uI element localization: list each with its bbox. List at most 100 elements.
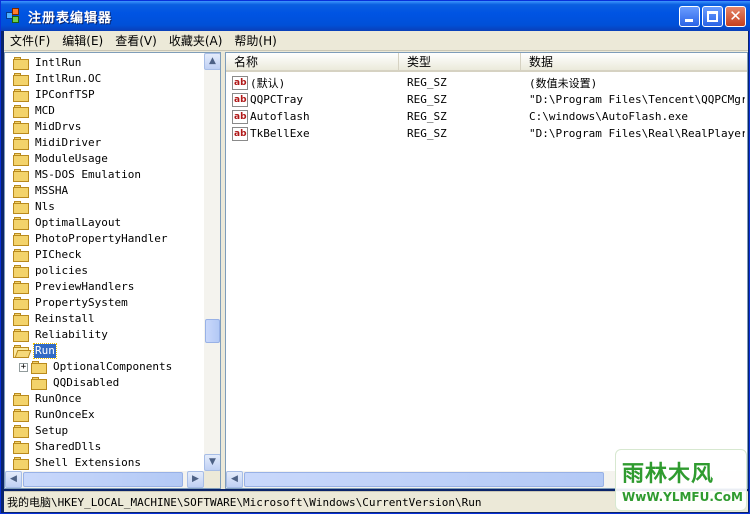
value-row[interactable]: ab Autoflash REG_SZ C:\windows\AutoFlash.ex…: [226, 108, 747, 125]
tree-item-label: OptimalLayout: [35, 216, 122, 229]
minimize-button[interactable]: [679, 6, 700, 27]
folder-icon: [13, 56, 30, 70]
tree-item[interactable]: Reinstall: [13, 311, 96, 327]
list-scroll-left-button[interactable]: ◀: [226, 471, 243, 488]
watermark-logo: 雨林木风 WwW.YLMFU.CoM: [615, 449, 747, 511]
folder-icon: [13, 248, 30, 262]
tree-item[interactable]: + OptionalComponents: [19, 359, 173, 375]
tree-item-label: IntlRun: [35, 56, 82, 69]
menu-file[interactable]: 文件(F): [4, 32, 56, 50]
tree-item[interactable]: Shell Extensions: [13, 455, 142, 471]
folder-icon: [13, 456, 30, 470]
menu-help[interactable]: 帮助(H): [228, 32, 282, 50]
folder-icon: [13, 280, 30, 294]
tree-item[interactable]: IPConfTSP: [13, 87, 96, 103]
scroll-up-button[interactable]: ▲: [204, 53, 220, 70]
tree-item-label: RunOnce: [35, 392, 82, 405]
value-data: C:\windows\AutoFlash.exe: [529, 110, 688, 123]
tree-item[interactable]: Nls: [13, 199, 56, 215]
folder-icon: [13, 296, 30, 310]
tree-item[interactable]: ModuleUsage: [13, 151, 109, 167]
tree-item-label: MS-DOS Emulation: [35, 168, 141, 181]
folder-icon: [13, 264, 30, 278]
regedit-icon: [6, 8, 22, 24]
folder-icon: [31, 376, 48, 390]
value-row[interactable]: ab QQPCTray REG_SZ "D:\Program Files\Tencen…: [226, 91, 747, 108]
tree-item-label: IntlRun.OC: [35, 72, 102, 85]
value-name: TkBellExe: [250, 127, 310, 140]
tree-item[interactable]: PropertySystem: [13, 295, 129, 311]
tree-vscroll-thumb[interactable]: [205, 319, 220, 343]
tree-item-label: Shell Extensions: [35, 456, 141, 469]
value-type: REG_SZ: [407, 127, 447, 140]
watermark-title: 雨林木风: [622, 462, 715, 487]
folder-icon: [13, 168, 30, 182]
value-data: "D:\Program Files\Real\RealPlayer\upc: [529, 127, 745, 140]
close-button[interactable]: ✕: [725, 6, 746, 27]
tree-item[interactable]: Run: [13, 343, 57, 359]
maximize-button[interactable]: [702, 6, 723, 27]
tree-item[interactable]: QQDisabled: [19, 375, 120, 391]
tree-hscroll-thumb[interactable]: [23, 472, 183, 487]
tree-item[interactable]: SharedDlls: [13, 439, 102, 455]
tree-horizontal-scrollbar[interactable]: ◀ ▶: [5, 471, 204, 488]
close-icon: ✕: [729, 7, 742, 25]
tree-item[interactable]: PhotoPropertyHandler: [13, 231, 168, 247]
folder-icon: [13, 152, 30, 166]
folder-icon: [13, 104, 30, 118]
folder-icon: [13, 120, 30, 134]
string-value-icon: ab: [232, 92, 248, 107]
folder-icon: [13, 72, 30, 86]
column-data-header[interactable]: 数据: [521, 53, 747, 71]
tree-item[interactable]: RunOnce: [13, 391, 82, 407]
tree-item[interactable]: MS-DOS Emulation: [13, 167, 142, 183]
tree-vertical-scrollbar[interactable]: ▲ ▼: [204, 53, 220, 471]
minimize-icon: [685, 19, 693, 22]
tree-item[interactable]: policies: [13, 263, 89, 279]
window-controls: ✕: [679, 6, 746, 27]
value-row[interactable]: ab TkBellExe REG_SZ "D:\Program Files\Real\…: [226, 125, 747, 142]
folder-icon: [13, 216, 30, 230]
tree-item[interactable]: Reliability: [13, 327, 109, 343]
tree-item-label: MidDrvs: [35, 120, 82, 133]
tree-item[interactable]: Setup: [13, 423, 69, 439]
tree-scroll-left-button[interactable]: ◀: [5, 471, 22, 488]
tree-item-label: SharedDlls: [35, 440, 102, 453]
tree-item-label: ModuleUsage: [35, 152, 108, 165]
tree-item[interactable]: PreviewHandlers: [13, 279, 135, 295]
folder-icon: [31, 360, 48, 374]
tree-item[interactable]: IntlRun.OC: [13, 71, 102, 87]
list-hscroll-thumb[interactable]: [244, 472, 604, 487]
value-name: (默认): [250, 76, 286, 90]
string-value-icon-text: ab: [234, 128, 247, 139]
tree-item-label: Reinstall: [35, 312, 95, 325]
tree-item[interactable]: RunOnceEx: [13, 407, 96, 423]
tree-item[interactable]: IntlRun: [13, 55, 82, 71]
tree-item[interactable]: MidiDriver: [13, 135, 102, 151]
tree-item[interactable]: MidDrvs: [13, 119, 82, 135]
folder-icon: [13, 440, 30, 454]
expand-toggle-icon[interactable]: +: [19, 362, 28, 372]
window-title: 注册表编辑器: [28, 10, 113, 26]
folder-icon: [13, 136, 30, 150]
tree-item-label: OptionalComponents: [53, 360, 173, 373]
tree-item[interactable]: OptimalLayout: [13, 215, 122, 231]
folder-icon: [13, 200, 30, 214]
menu-view[interactable]: 查看(V): [109, 32, 163, 50]
tree-item-label: MidiDriver: [35, 136, 102, 149]
column-name-header[interactable]: 名称: [226, 53, 399, 71]
tree-scroll-right-button[interactable]: ▶: [187, 471, 204, 488]
tree-item-label: PreviewHandlers: [35, 280, 135, 293]
title-bar[interactable]: 注册表编辑器 ✕: [1, 1, 750, 31]
key-tree-pane[interactable]: IntlRun IntlRun.OC IPConfTSP MCD MidDrvs Midi…: [4, 52, 221, 489]
tree-item[interactable]: PICheck: [13, 247, 82, 263]
values-list-pane[interactable]: 名称 类型 数据 ab (默认) REG_SZ (数值未设置) ab QQPCTray RE…: [225, 52, 748, 489]
scroll-down-button[interactable]: ▼: [204, 454, 220, 471]
menu-edit[interactable]: 编辑(E): [56, 32, 109, 50]
column-type-header[interactable]: 类型: [399, 53, 521, 71]
tree-item[interactable]: MCD: [13, 103, 56, 119]
value-row[interactable]: ab (默认) REG_SZ (数值未设置): [226, 74, 747, 91]
tree-item[interactable]: MSSHA: [13, 183, 69, 199]
tree-item-label: Run: [33, 343, 57, 359]
menu-favorites[interactable]: 收藏夹(A): [163, 32, 229, 50]
